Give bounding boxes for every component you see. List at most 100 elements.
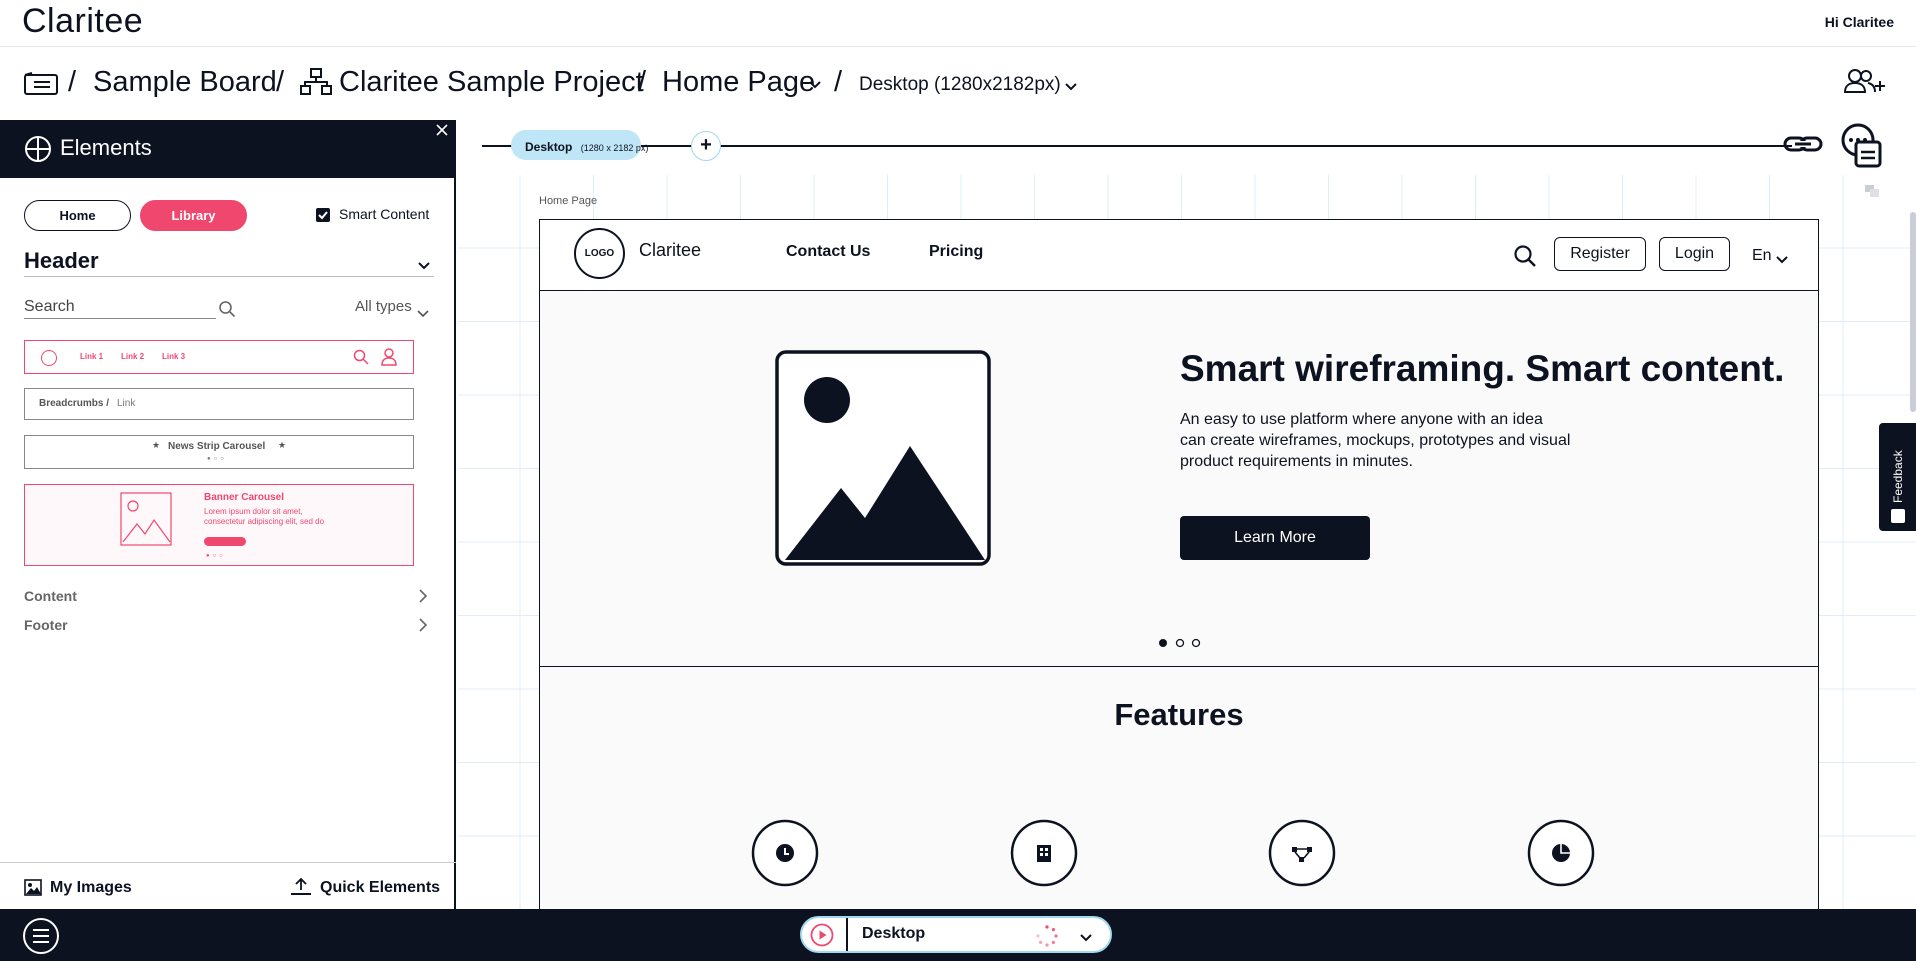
smart-content-checkbox[interactable] <box>316 208 330 222</box>
device-tab-size: (1280 x 2182 px) <box>580 143 649 153</box>
wf-register-button[interactable]: Register <box>1554 237 1646 271</box>
image-placeholder-icon <box>120 492 172 551</box>
wf-features-title: Features <box>1114 697 1244 732</box>
wf-logo[interactable]: LOGO <box>574 228 625 279</box>
search-icon[interactable] <box>1513 244 1537 273</box>
feedback-tab[interactable]: Feedback <box>1879 423 1916 531</box>
chevron-right-icon[interactable] <box>418 589 428 608</box>
nav-link-2: Link 2 <box>121 352 145 361</box>
breadcrumb: / Sample Board / Claritee Sample Project… <box>0 48 1916 120</box>
clock-icon <box>751 819 819 892</box>
chevron-down-icon[interactable] <box>1079 930 1093 948</box>
breadcrumbs-bold: Breadcrumbs / <box>39 398 110 409</box>
breadcrumb-separator: / <box>276 66 285 98</box>
news-strip-label: News Strip Carousel <box>168 441 266 452</box>
chevron-down-icon[interactable] <box>1064 79 1078 97</box>
wf-hero-title: Smart wireframing. Smart content. <box>1180 348 1785 389</box>
wireframe-page[interactable]: LOGO Claritee Contact Us Pricing Registe… <box>539 219 1819 909</box>
chevron-down-icon[interactable] <box>808 77 822 95</box>
menu-icon[interactable] <box>22 917 60 960</box>
chevron-down-icon[interactable] <box>417 258 431 276</box>
pie-chart-icon <box>1527 819 1595 892</box>
tab-device-desktop[interactable]: Desktop (1280 x 2182 px) <box>511 130 648 160</box>
bottom-bar: Desktop <box>0 909 1916 961</box>
sitemap-icon[interactable] <box>300 68 332 101</box>
section-divider <box>24 276 434 277</box>
device-tab-label: Desktop <box>525 140 573 154</box>
panel-footer: My Images Quick Elements <box>0 862 456 909</box>
vertical-scrollbar[interactable] <box>1910 212 1916 412</box>
element-card-news-strip[interactable]: ★ News Strip Carousel ★ ●○○ <box>24 435 414 469</box>
category-content[interactable]: Content <box>24 588 77 604</box>
tab-library[interactable]: Library <box>140 200 247 231</box>
element-card-header-nav[interactable]: Link 1 Link 2 Link 3 <box>24 340 414 374</box>
tab-home[interactable]: Home <box>24 200 131 231</box>
user-icon <box>381 348 397 371</box>
wf-language-select[interactable]: En <box>1752 247 1772 265</box>
element-card-breadcrumbs[interactable]: Breadcrumbs / Link <box>24 388 414 420</box>
section-title[interactable]: Header <box>24 248 99 274</box>
play-icon[interactable] <box>810 923 834 952</box>
elements-icon <box>24 135 52 168</box>
preview-control: Desktop <box>800 916 1112 953</box>
building-icon <box>1010 819 1078 892</box>
breadcrumb-separator: / <box>638 66 647 98</box>
breadcrumbs-link: Link <box>117 398 136 409</box>
wf-nav-pricing[interactable]: Pricing <box>929 243 983 261</box>
loading-spinner-icon <box>1035 924 1059 953</box>
wf-learn-more-button[interactable]: Learn More <box>1180 516 1370 560</box>
carousel-dots[interactable] <box>1158 635 1202 653</box>
minimap-icon[interactable] <box>1864 184 1880 203</box>
search-icon[interactable] <box>218 300 236 323</box>
carousel-dots: ●○○ <box>207 456 227 462</box>
elements-panel-header: Elements <box>0 120 456 178</box>
board-icon[interactable] <box>24 72 58 101</box>
upload-icon[interactable] <box>290 877 312 902</box>
add-device-button[interactable]: + <box>691 131 721 161</box>
category-footer[interactable]: Footer <box>24 617 68 633</box>
star-icon: ★ <box>278 440 287 450</box>
image-placeholder-icon <box>775 350 991 571</box>
chevron-down-icon[interactable] <box>1775 252 1789 270</box>
breadcrumb-separator: / <box>834 66 843 98</box>
canvas-area[interactable]: Desktop (1280 x 2182 px) + Home Page LOG… <box>458 120 1916 909</box>
wf-brand[interactable]: Claritee <box>639 240 701 261</box>
page-label: Home Page <box>539 195 598 207</box>
image-icon[interactable] <box>24 879 42 901</box>
device-bar: Desktop (1280 x 2182 px) + <box>458 120 1916 175</box>
type-filter[interactable]: All types <box>355 298 412 315</box>
close-icon[interactable] <box>435 123 449 142</box>
star-icon: ★ <box>152 440 161 450</box>
feedback-icon <box>1891 509 1905 523</box>
chevron-right-icon[interactable] <box>418 618 428 637</box>
element-card-banner-carousel[interactable]: Banner Carousel Lorem ipsum dolor sit am… <box>24 484 414 566</box>
breadcrumb-page[interactable]: Home Page <box>662 66 815 99</box>
device-line <box>482 145 1792 147</box>
wf-hero[interactable]: Smart wireframing. Smart content. An eas… <box>540 291 1818 667</box>
user-greeting[interactable]: Hi Claritee <box>1825 14 1894 30</box>
preview-device-select[interactable]: Desktop <box>862 925 925 943</box>
logo-circle-icon <box>41 350 57 366</box>
app-logo[interactable]: Claritee <box>22 2 143 41</box>
invite-users-icon[interactable] <box>1843 68 1888 101</box>
breadcrumb-separator: / <box>68 66 77 98</box>
elements-panel-title: Elements <box>60 135 152 160</box>
breadcrumb-board[interactable]: Sample Board <box>93 66 277 99</box>
wf-nav-contact[interactable]: Contact Us <box>786 243 870 261</box>
device-selector[interactable]: Desktop (1280x2182px) <box>859 74 1061 96</box>
wf-login-button[interactable]: Login <box>1659 237 1730 271</box>
link-icon[interactable] <box>1783 132 1823 161</box>
carousel-dots: ●○○ <box>206 553 226 559</box>
feedback-label: Feedback <box>1891 450 1905 503</box>
chevron-down-icon[interactable] <box>417 305 429 323</box>
wf-header[interactable]: LOGO Claritee Contact Us Pricing Registe… <box>540 220 1818 291</box>
wf-hero-text-line-2: can create wireframes, mockups, prototyp… <box>1180 432 1571 449</box>
breadcrumb-project[interactable]: Claritee Sample Project <box>339 66 644 99</box>
banner-text: Lorem ipsum dolor sit amet, consectetur … <box>204 507 325 526</box>
comments-icon[interactable] <box>1838 122 1884 175</box>
quick-elements-button[interactable]: Quick Elements <box>320 879 440 897</box>
my-images-button[interactable]: My Images <box>50 879 132 897</box>
search-input[interactable]: Search <box>24 298 216 319</box>
nav-link-3: Link 3 <box>162 352 186 361</box>
banner-button-shape <box>204 537 246 546</box>
